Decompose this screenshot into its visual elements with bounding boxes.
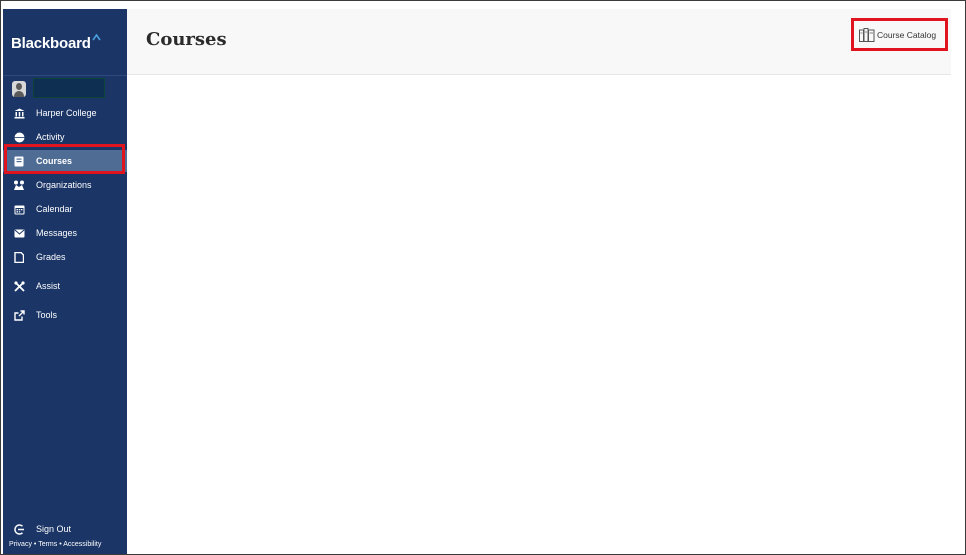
envelope-icon <box>13 227 25 239</box>
course-catalog-label: Course Catalog <box>877 29 937 40</box>
sidebar-item-tools[interactable]: Tools <box>3 304 127 326</box>
sidebar-item-calendar[interactable]: Calendar <box>3 198 127 220</box>
footer-separator: • <box>59 541 62 548</box>
sidebar-item-label: Courses <box>36 156 73 166</box>
course-catalog-button[interactable]: Course Catalog <box>851 18 948 51</box>
books-icon <box>859 27 875 42</box>
page-title: Courses <box>146 29 227 50</box>
footer-links: Privacy • Terms • Accessibility <box>9 541 101 548</box>
sidebar-item-courses[interactable]: Courses <box>3 150 127 172</box>
sidebar: Blackboard Harper College Activity Cours… <box>3 9 127 554</box>
page-header: Courses Course Catalog <box>127 9 951 75</box>
sidebar-item-label: Grades <box>36 252 66 262</box>
grades-icon <box>13 251 25 263</box>
calendar-icon <box>13 203 25 215</box>
sidebar-item-label: Tools <box>36 310 58 320</box>
sidebar-divider <box>3 75 127 76</box>
sidebar-item-assist[interactable]: Assist <box>3 275 127 297</box>
sign-out-label: Sign Out <box>36 524 72 534</box>
sidebar-item-label: Assist <box>36 281 61 291</box>
sidebar-item-grades[interactable]: Grades <box>3 246 127 268</box>
footer-separator: • <box>33 541 37 548</box>
courses-content-area <box>138 76 951 554</box>
screenshot-frame: Blackboard Harper College Activity Cours… <box>0 0 966 555</box>
sidebar-item-messages[interactable]: Messages <box>3 222 127 244</box>
logo-mark <box>92 33 101 44</box>
logo-text: Blackboard <box>11 35 91 52</box>
sidebar-item-label: Harper College <box>36 108 97 118</box>
avatar <box>12 81 26 97</box>
username-redacted <box>33 78 105 98</box>
organizations-icon <box>13 179 25 191</box>
accessibility-link[interactable]: Accessibility <box>63 541 101 548</box>
terms-link[interactable]: Terms <box>38 541 57 548</box>
tools-cross-icon <box>13 280 25 292</box>
user-profile[interactable] <box>3 77 127 99</box>
external-link-icon <box>13 309 25 321</box>
privacy-link[interactable]: Privacy <box>9 541 32 548</box>
sign-out-button[interactable]: Sign Out <box>3 519 127 539</box>
globe-icon <box>13 131 25 143</box>
blackboard-logo[interactable]: Blackboard <box>11 33 101 55</box>
sidebar-item-organizations[interactable]: Organizations <box>3 174 127 196</box>
book-icon <box>13 155 25 167</box>
institution-icon <box>13 107 25 119</box>
sidebar-item-activity[interactable]: Activity <box>3 126 127 148</box>
sidebar-item-harper-college[interactable]: Harper College <box>3 102 127 124</box>
sign-out-icon <box>13 523 25 535</box>
sidebar-item-label: Activity <box>36 132 65 142</box>
sidebar-item-label: Organizations <box>36 180 92 190</box>
sidebar-item-label: Calendar <box>36 204 73 214</box>
sidebar-item-label: Messages <box>36 228 78 238</box>
